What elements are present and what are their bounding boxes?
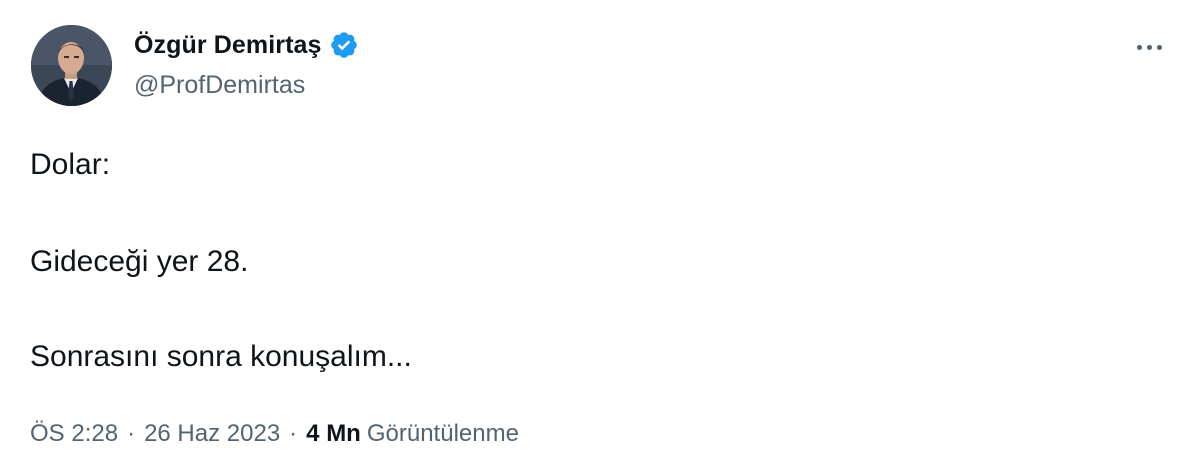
avatar-photo <box>31 25 112 106</box>
tweet-text-line: Sonrasını sonra konuşalım... <box>30 340 412 373</box>
verified-badge-icon[interactable] <box>329 30 359 60</box>
author-handle[interactable]: @ProfDemirtas <box>134 71 305 100</box>
more-options-button[interactable] <box>1128 32 1170 62</box>
meta-separator: · <box>127 420 136 447</box>
views-label[interactable]: Görüntülenme <box>367 420 519 448</box>
tweet-card: Özgür Demirtaş @ProfDemirtas Dolar: Gide… <box>0 0 1200 472</box>
meta-separator: · <box>289 420 298 447</box>
author-name-row: Özgür Demirtaş <box>134 30 359 60</box>
tweet-time-link[interactable]: ÖS 2:28 <box>30 420 118 448</box>
views-count[interactable]: 4 Mn <box>306 420 361 448</box>
tweet-text-line: Gideceği yer 28. <box>30 245 249 278</box>
tweet-date-link[interactable]: 26 Haz 2023 <box>144 420 280 448</box>
tweet-meta: ÖS 2:28 · 26 Haz 2023 · 4 Mn Görüntülenm… <box>30 420 519 448</box>
more-horizontal-icon <box>1136 44 1162 50</box>
avatar[interactable] <box>31 25 112 106</box>
author-display-name[interactable]: Özgür Demirtaş <box>134 31 322 60</box>
tweet-text-line: Dolar: <box>30 148 111 181</box>
